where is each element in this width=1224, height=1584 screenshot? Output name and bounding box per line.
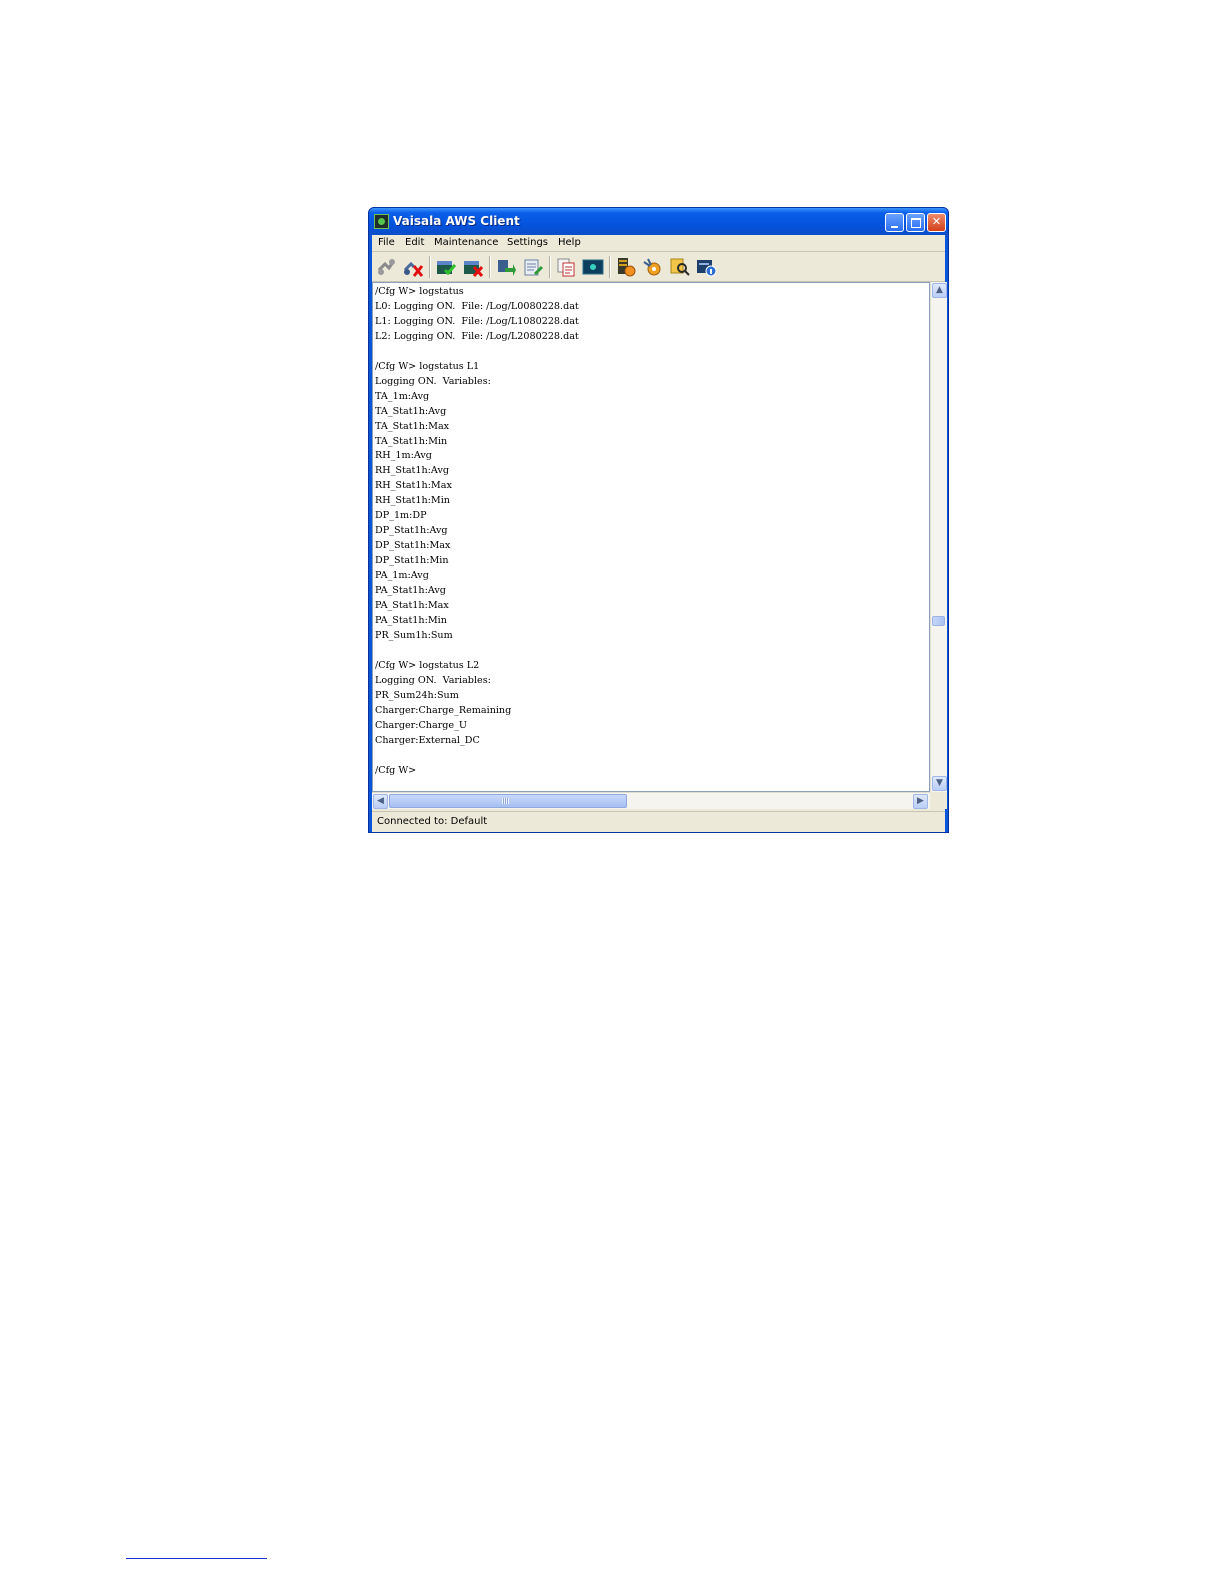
connection-status: Connected to: Default <box>377 816 488 827</box>
close-icon: ✕ <box>931 215 942 228</box>
status-bar: Connected to: Default <box>372 811 945 832</box>
app-window: Vaisala AWS Client ✕ File Edit Maintenan… <box>368 207 949 833</box>
console-text: /Cfg W> logstatus L0: Logging ON. File: … <box>375 286 579 776</box>
info-icon <box>697 260 717 277</box>
menu-settings[interactable]: Settings <box>507 237 548 248</box>
copy-button[interactable] <box>555 256 577 278</box>
search-icon <box>670 258 690 276</box>
service-icon <box>643 258 661 276</box>
disconnect-button[interactable] <box>402 256 424 278</box>
edit-icon <box>524 259 544 276</box>
upload-icon <box>498 260 516 276</box>
search-button[interactable] <box>669 256 691 278</box>
console-output[interactable]: /Cfg W> logstatus L0: Logging ON. File: … <box>372 282 930 792</box>
edit-button[interactable] <box>522 256 544 278</box>
upload-button[interactable] <box>495 256 517 278</box>
menu-file[interactable]: File <box>378 237 395 248</box>
title-bar[interactable]: Vaisala AWS Client ✕ <box>369 208 948 235</box>
toolbar-separator <box>429 256 431 278</box>
close-file-icon <box>464 261 484 277</box>
toolbar-separator <box>549 256 551 278</box>
menu-edit[interactable]: Edit <box>405 237 424 248</box>
scroll-left-button[interactable]: ◀ <box>373 794 388 809</box>
client-area: File Edit Maintenance Settings Help /Cfg… <box>372 235 947 832</box>
vertical-scrollbar[interactable]: ▲ ▼ <box>930 282 947 792</box>
scrollbar-corner <box>930 792 947 809</box>
scroll-right-button[interactable]: ▶ <box>913 794 928 809</box>
maximize-icon <box>911 218 921 228</box>
terminal-button[interactable] <box>582 256 604 278</box>
close-button[interactable]: ✕ <box>927 213 946 232</box>
menu-help[interactable]: Help <box>558 237 581 248</box>
app-icon <box>374 214 389 229</box>
close-log-button[interactable] <box>462 256 484 278</box>
config-button[interactable] <box>615 256 637 278</box>
toolbar-separator <box>609 256 611 278</box>
service-button[interactable] <box>642 256 664 278</box>
connect-icon <box>377 259 395 275</box>
copy-icon <box>557 258 575 277</box>
toolbar <box>372 252 945 282</box>
config-icon <box>618 258 636 277</box>
menu-maintenance[interactable]: Maintenance <box>434 237 498 248</box>
horizontal-scrollbar[interactable]: ◀ ▶ <box>372 792 930 809</box>
disconnect-icon <box>403 261 424 277</box>
terminal-icon <box>582 259 604 275</box>
minimize-icon <box>891 226 898 228</box>
footnote-rule <box>126 1558 267 1559</box>
open-log-button[interactable] <box>435 256 457 278</box>
maximize-button[interactable] <box>906 213 925 232</box>
scroll-down-button[interactable]: ▼ <box>932 776 947 791</box>
vertical-scroll-thumb[interactable] <box>932 616 945 626</box>
minimize-button[interactable] <box>885 213 904 232</box>
scroll-up-button[interactable]: ▲ <box>932 283 947 298</box>
menu-bar: File Edit Maintenance Settings Help <box>372 235 945 251</box>
info-button[interactable] <box>696 256 718 278</box>
window-title: Vaisala AWS Client <box>393 214 520 228</box>
toolbar-separator <box>489 256 491 278</box>
connect-button[interactable] <box>375 256 397 278</box>
horizontal-scroll-thumb[interactable] <box>389 794 627 808</box>
open-icon <box>437 261 457 276</box>
